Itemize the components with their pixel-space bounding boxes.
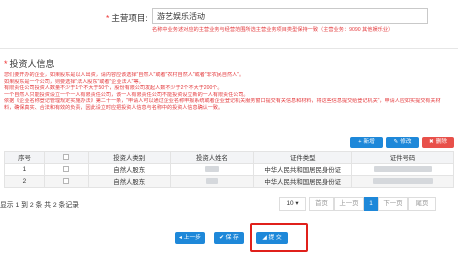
row-type: 自然人股东 xyxy=(87,163,171,176)
required-mark: * xyxy=(4,59,8,69)
required-mark: * xyxy=(106,13,110,23)
row-name xyxy=(169,163,255,176)
arrow-left-icon: ◂ xyxy=(179,235,182,241)
col-header-index: 序号 xyxy=(4,151,45,164)
redacted-id xyxy=(373,166,432,173)
first-page-button[interactable]: 首页 xyxy=(309,197,334,211)
main-business-row: * 主营项目: 游艺娱乐活动 名称中业务述对应的主营业务与经营范围所选主营业务项目… xyxy=(0,8,458,38)
prev-page-button[interactable]: 上一页 xyxy=(334,197,364,211)
delete-investor-button[interactable]: ✖ 删除 xyxy=(422,137,454,148)
pagination-summary: 显示 1 到 2 条 共 2 条记录 xyxy=(0,202,79,209)
table-row[interactable]: 1 自然人股东 中华人民共和国居民身份证 xyxy=(4,163,454,176)
add-investor-button[interactable]: + 新增 xyxy=(350,137,383,148)
investor-notice: 您们要开办的企业，如果股东是以人出资，请内容应该选择"自然人"或者"农村自然人"… xyxy=(4,72,444,112)
current-page-button[interactable]: 1 xyxy=(364,197,378,211)
row-select[interactable] xyxy=(43,175,89,188)
notice-line: 一个自然人只能投资设立一个一人有限责任公司，该一人有限责任公司不能投资设立新的一… xyxy=(4,91,249,98)
next-page-button[interactable]: 下一页 xyxy=(378,197,408,211)
plus-icon: + xyxy=(358,139,362,145)
investor-table: 序号 投资人类别 投资人姓名 证件类型 证件号码 1 自然人股东 中华人民共和国… xyxy=(4,151,454,188)
notice-line: 依据《企业名称登记管理规定实施办法》第二十一条，"申请人可以通过企业名称申报系统… xyxy=(4,98,441,111)
check-icon: ✔ xyxy=(219,235,224,241)
send-icon: ◢ xyxy=(262,235,267,241)
caret-down-icon: ▾ xyxy=(295,200,299,207)
col-header-id-type: 证件类型 xyxy=(253,151,353,164)
row-checkbox[interactable] xyxy=(63,166,70,173)
row-index: 2 xyxy=(4,175,45,188)
notice-line: 如果股东是一个公司，则要选择"法人股东"或者"企业法人"等。 xyxy=(4,78,144,85)
col-header-type: 投资人类别 xyxy=(87,151,171,164)
page-size-select[interactable]: 10 ▾ xyxy=(279,197,306,211)
col-header-select[interactable] xyxy=(43,151,89,164)
prev-step-button[interactable]: ◂ 上一步 xyxy=(175,232,205,244)
row-id-number xyxy=(351,163,454,176)
save-button[interactable]: ✔ 保 存 xyxy=(214,232,244,244)
redacted-name xyxy=(205,178,218,185)
row-type: 自然人股东 xyxy=(87,175,171,188)
redacted-name xyxy=(204,166,219,173)
col-header-id-number: 证件号码 xyxy=(351,151,454,164)
row-name xyxy=(169,175,255,188)
row-index: 1 xyxy=(4,163,45,176)
row-checkbox[interactable] xyxy=(63,178,70,185)
notice-line: 有限责任公司投资人数量不少于1个不大于50个，股份有限公司发起人数不少于2个不大… xyxy=(4,85,223,92)
col-header-name: 投资人姓名 xyxy=(169,151,255,164)
row-id-type: 中华人民共和国居民身份证 xyxy=(253,175,353,188)
last-page-button[interactable]: 尾页 xyxy=(408,197,436,211)
investor-section-title: * 投资人信息 xyxy=(4,59,55,69)
main-business-hint: 名称中业务述对应的主营业务与经营范围所选主营业务项目类型保持一致（主营业务：90… xyxy=(152,27,394,33)
section-divider xyxy=(0,48,458,49)
trash-icon: ✖ xyxy=(429,139,434,145)
row-select[interactable] xyxy=(43,163,89,176)
submit-button[interactable]: ◢ 提 交 xyxy=(256,232,288,244)
row-id-type: 中华人民共和国居民身份证 xyxy=(253,163,353,176)
table-row[interactable]: 2 自然人股东 中华人民共和国居民身份证 xyxy=(4,175,454,188)
main-business-input[interactable]: 游艺娱乐活动 xyxy=(152,8,428,24)
main-business-label: * 主营项目: xyxy=(106,13,148,23)
select-all-checkbox[interactable] xyxy=(63,154,70,161)
edit-icon: ✎ xyxy=(393,139,399,145)
row-id-number xyxy=(351,175,454,188)
redacted-id xyxy=(372,178,433,185)
edit-investor-button[interactable]: ✎ 修改 xyxy=(386,137,419,148)
table-header-row: 序号 投资人类别 投资人姓名 证件类型 证件号码 xyxy=(4,151,454,164)
notice-line: 您们要开办的企业，如果股东是以人出资，请内容应该选择"自然人"或者"农村自然人"… xyxy=(4,72,245,78)
